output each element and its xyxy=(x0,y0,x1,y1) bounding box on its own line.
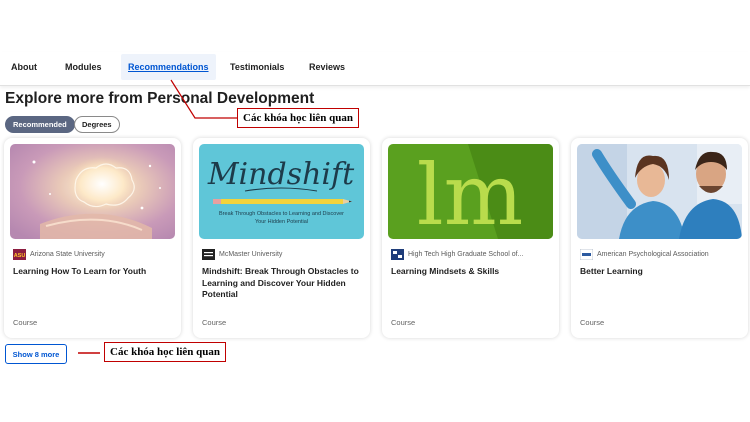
section-title: Explore more from Personal Development xyxy=(5,90,315,107)
mcmaster-logo-icon xyxy=(202,248,215,260)
apa-logo-icon xyxy=(580,248,593,260)
lm-letters: lm xyxy=(417,146,524,239)
students-photo-image xyxy=(577,144,742,239)
course-type: Course xyxy=(13,318,38,327)
filter-degrees[interactable]: Degrees xyxy=(74,116,120,133)
partner-name: American Psychological Association xyxy=(597,250,709,258)
hth-logo-icon xyxy=(391,248,404,260)
tab-testimonials[interactable]: Testimonials xyxy=(230,54,284,80)
mindshift-subtitle: Break Through Obstacles to Learning and … xyxy=(219,211,344,225)
course-card-better-learning[interactable]: American Psychological Association Bette… xyxy=(571,138,748,338)
course-card-learning-how-to-learn[interactable]: ASU Arizona State University Learning Ho… xyxy=(4,138,181,338)
tab-recommendations[interactable]: Recommendations xyxy=(121,54,216,80)
course-card-learning-mindsets[interactable]: lm High Tech High Graduate School of... … xyxy=(382,138,559,338)
annotation-label-related-courses: Các khóa học liên quan xyxy=(104,342,227,362)
course-type: Course xyxy=(391,318,416,327)
course-type: Course xyxy=(202,318,227,327)
course-title: Learning Mindsets & Skills xyxy=(391,266,500,276)
course-thumbnail-lm: lm xyxy=(388,144,553,239)
svg-text:ASU: ASU xyxy=(14,253,26,259)
course-thumbnail-brain xyxy=(10,144,175,239)
mindshift-script-text: Mindshift xyxy=(207,157,355,192)
partner-name: McMaster University xyxy=(219,250,283,258)
mindshift-pencil-image: Mindshift Break Through Obstacles to Lea… xyxy=(199,144,364,239)
annotation-label-related-courses: Các khóa học liên quan xyxy=(237,108,360,128)
lm-logo-image: lm xyxy=(388,144,553,239)
partner-name: High Tech High Graduate School of... xyxy=(408,250,524,258)
course-title: Better Learning xyxy=(580,266,643,276)
show-more-button[interactable]: Show 8 more xyxy=(5,344,67,364)
partner-name: Arizona State University xyxy=(30,250,105,258)
tab-reviews[interactable]: Reviews xyxy=(309,54,345,80)
course-thumbnail-students xyxy=(577,144,742,239)
course-title: Mindshift: Break Through Obstacles to Le… xyxy=(202,266,359,299)
tab-modules[interactable]: Modules xyxy=(65,54,102,80)
partner-row: High Tech High Graduate School of... xyxy=(391,247,523,261)
asu-logo-icon: ASU xyxy=(13,248,26,260)
glowing-brain-image xyxy=(10,144,175,239)
partner-row: American Psychological Association xyxy=(580,247,709,261)
course-thumbnail-mindshift: Mindshift Break Through Obstacles to Lea… xyxy=(199,144,364,239)
tab-about[interactable]: About xyxy=(11,54,37,80)
filter-recommended[interactable]: Recommended xyxy=(5,116,75,133)
course-nav-tabs: About Modules Recommendations Testimonia… xyxy=(0,52,750,86)
course-title: Learning How To Learn for Youth xyxy=(13,266,147,276)
partner-row: McMaster University xyxy=(202,247,282,261)
course-type: Course xyxy=(580,318,605,327)
partner-row: ASU Arizona State University xyxy=(13,247,105,261)
course-card-mindshift[interactable]: Mindshift Break Through Obstacles to Lea… xyxy=(193,138,370,338)
